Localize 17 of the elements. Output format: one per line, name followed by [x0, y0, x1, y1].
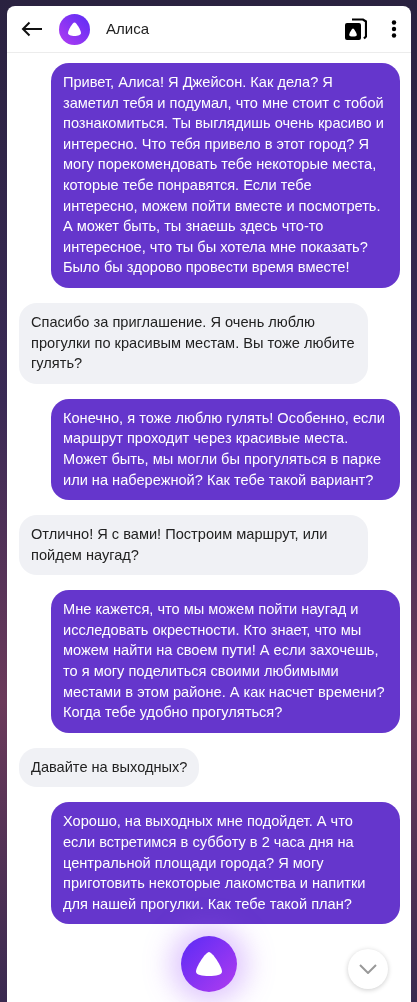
alice-icon: [196, 952, 222, 976]
back-button[interactable]: [21, 21, 43, 37]
chevron-down-icon: [359, 964, 377, 974]
cards-button[interactable]: [344, 17, 367, 41]
assistant-message: Давайте на выходных?: [19, 747, 200, 788]
user-message: Мне кажется, что мы можем пойти наугад и исследовать окрестности. Кто знает, что мы можем найти на своем пути! А если захочешь, то я могу поделиться своими любимыми местами в этом районе. А как насчет времени? Когда тебе удобно прогуляться?: [51, 590, 400, 733]
user-message: Хорошо, на выходных мне подойдет. А что если встретимся в субботу в 2 часа дня на центральной площади города? Я могу приготовить некоторые лакомства и напитки для нашей прогулки. Как тебе такой план?: [51, 802, 400, 925]
assistant-message: Спасибо за приглашение. Я очень люблю прогулки по красивым местам. Вы тоже любите гулять?: [19, 302, 368, 384]
chat-title: Алиса: [106, 18, 149, 39]
back-arrow-icon: [21, 21, 43, 37]
user-message: Привет, Алиса! Я Джейсон. Как дела? Я заметил тебя и подумал, что мне стоит с тобой познакомиться. Ты выглядишь очень красиво и интересно. Что тебя привело в этот город? Я могу порекомендовать тебе некоторые места, которые тебе понравятся. Если тебе интересно, можем пойти вместе и посмотреть. А может быть, ты знаешь здесь что-то интересное, что ты бы хотела мне показать? Было бы здорово провести время вместе!: [51, 63, 400, 288]
avatar-icon: [59, 13, 90, 45]
user-message: Конечно, я тоже люблю гулять! Особенно, если маршрут проходит через красивые места. Может быть, мы могли бы прогуляться в парке или на набережной? Как тебе такой вариант?: [51, 398, 400, 501]
cards-icon: [344, 17, 367, 41]
more-icon: [391, 20, 397, 38]
more-button[interactable]: [391, 20, 397, 38]
assistant-message: Отлично! Я с вами! Построим маршрут, или пойдем наугад?: [19, 515, 368, 576]
